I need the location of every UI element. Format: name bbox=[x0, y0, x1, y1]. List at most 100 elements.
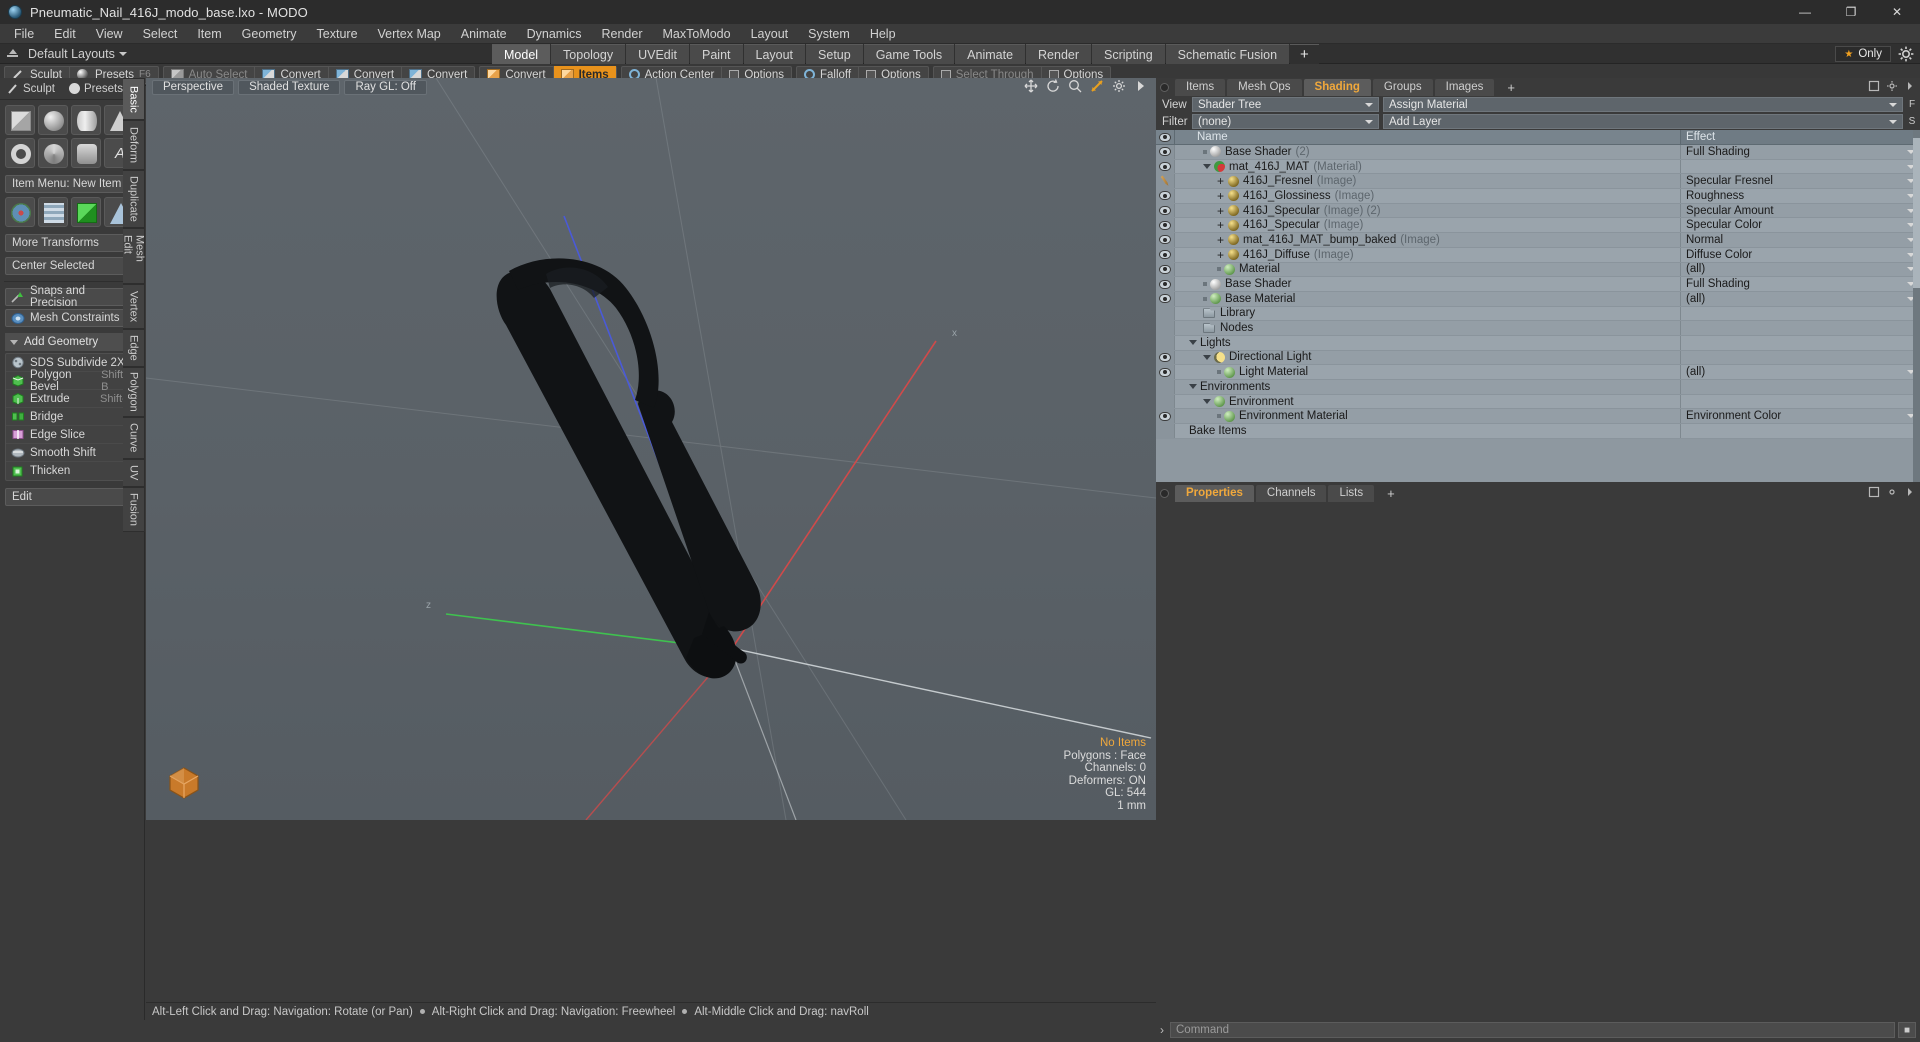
menu-file[interactable]: File bbox=[4, 24, 44, 44]
expand-plus-icon[interactable]: + bbox=[1217, 204, 1225, 218]
ptab-properties[interactable]: Properties bbox=[1175, 484, 1254, 502]
expand-triangle-icon[interactable] bbox=[1189, 340, 1197, 346]
visibility-toggle[interactable] bbox=[1156, 365, 1175, 379]
add-geometry-section-header[interactable]: Add Geometry bbox=[5, 333, 139, 351]
effect-dropdown[interactable] bbox=[1680, 350, 1920, 365]
snaps-and-precision-button[interactable]: Snaps and Precision bbox=[5, 285, 139, 309]
effect-dropdown[interactable]: Specular Color bbox=[1680, 218, 1920, 233]
visibility-toggle[interactable] bbox=[1156, 277, 1175, 291]
expand-plus-icon[interactable]: + bbox=[1217, 233, 1225, 247]
vtab-fusion[interactable]: Fusion bbox=[123, 487, 145, 532]
arrow-right-icon[interactable] bbox=[1134, 79, 1148, 93]
shader-tree-row[interactable]: Lights bbox=[1156, 335, 1920, 351]
grid-mesh-button[interactable] bbox=[38, 197, 68, 227]
layout-tab-paint[interactable]: Paint bbox=[690, 44, 743, 64]
expand-triangle-icon[interactable] bbox=[1203, 354, 1211, 360]
menu-select[interactable]: Select bbox=[133, 24, 188, 44]
effect-dropdown[interactable]: (all) bbox=[1680, 291, 1920, 306]
panel-menu-dot-icon[interactable] bbox=[1160, 488, 1169, 498]
expand-plus-icon[interactable]: + bbox=[1217, 189, 1225, 203]
visibility-toggle[interactable] bbox=[1156, 262, 1175, 277]
effect-dropdown[interactable] bbox=[1680, 159, 1920, 174]
shader-tree-row[interactable]: Nodes bbox=[1156, 321, 1920, 336]
shader-tree-item[interactable]: Lights bbox=[1175, 337, 1680, 349]
visibility-toggle[interactable] bbox=[1156, 247, 1175, 262]
layout-tab-setup[interactable]: Setup bbox=[806, 44, 863, 64]
layout-tab-render[interactable]: Render bbox=[1026, 44, 1092, 64]
layout-tab-layout[interactable]: Layout bbox=[743, 44, 806, 64]
zoom-icon[interactable] bbox=[1068, 79, 1082, 93]
expand-plus-icon[interactable]: + bbox=[1217, 174, 1225, 188]
menu-vertex-map[interactable]: Vertex Map bbox=[368, 24, 451, 44]
rtab-add[interactable]: + bbox=[1496, 79, 1526, 96]
layout-tab-topology[interactable]: Topology bbox=[551, 44, 626, 64]
shader-tree-row[interactable]: Light Material (all) bbox=[1156, 365, 1920, 380]
rtab-shading[interactable]: Shading bbox=[1303, 78, 1371, 96]
panel-gear-icon[interactable] bbox=[1886, 80, 1898, 95]
visibility-toggle[interactable] bbox=[1156, 145, 1175, 159]
vtab-polygon[interactable]: Polygon bbox=[123, 367, 145, 417]
shader-tree-row[interactable]: Bake Items bbox=[1156, 424, 1920, 439]
edit-dropdown[interactable]: Edit bbox=[5, 488, 139, 506]
shader-tree-row[interactable]: +416J_Fresnel (Image) Specular Fresnel bbox=[1156, 174, 1920, 189]
torus-primitive-button[interactable] bbox=[5, 138, 35, 168]
command-input[interactable]: Command bbox=[1170, 1022, 1895, 1038]
effect-dropdown[interactable] bbox=[1680, 394, 1920, 409]
shader-tree-row[interactable]: Environment bbox=[1156, 394, 1920, 410]
rtab-groups[interactable]: Groups bbox=[1372, 78, 1433, 96]
rtab-mesh-ops[interactable]: Mesh Ops bbox=[1227, 78, 1302, 96]
effect-dropdown[interactable]: Full Shading bbox=[1680, 145, 1920, 159]
brush-toggle[interactable] bbox=[1156, 174, 1175, 188]
rotate-icon[interactable] bbox=[1046, 79, 1060, 93]
ptab-lists[interactable]: Lists bbox=[1328, 484, 1375, 502]
gear-icon[interactable] bbox=[1897, 45, 1915, 63]
viewport-shading-chip[interactable]: Shaded Texture bbox=[238, 79, 341, 95]
fit-icon[interactable] bbox=[1090, 79, 1104, 93]
panel-menu-dot-icon[interactable] bbox=[1160, 82, 1169, 92]
shader-tree-item[interactable]: +416J_Diffuse (Image) bbox=[1175, 248, 1680, 262]
shader-tree-row[interactable]: +416J_Specular (Image) Specular Color bbox=[1156, 218, 1920, 234]
expand-triangle-icon[interactable] bbox=[1189, 384, 1197, 390]
3d-viewport[interactable]: Perspective Shaded Texture Ray GL: Off z… bbox=[146, 78, 1156, 820]
panel-arrow-icon[interactable] bbox=[1904, 80, 1916, 95]
visibility-toggle[interactable] bbox=[1156, 350, 1175, 365]
effect-dropdown[interactable]: Normal bbox=[1680, 233, 1920, 247]
effect-dropdown[interactable]: (all) bbox=[1680, 365, 1920, 379]
shader-tree-row[interactable]: Directional Light bbox=[1156, 350, 1920, 366]
ptab-channels[interactable]: Channels bbox=[1255, 484, 1327, 502]
axis-handles-button[interactable] bbox=[5, 197, 35, 227]
properties-gear-icon[interactable] bbox=[1886, 486, 1898, 501]
effect-dropdown[interactable]: (all) bbox=[1680, 262, 1920, 277]
layout-tab-schematic-fusion[interactable]: Schematic Fusion bbox=[1165, 44, 1290, 64]
shader-tree-item[interactable]: Directional Light bbox=[1175, 351, 1680, 363]
vtab-vertex[interactable]: Vertex bbox=[123, 284, 145, 329]
center-selected-dropdown[interactable]: Center Selected bbox=[5, 257, 139, 275]
effect-dropdown[interactable]: Specular Amount bbox=[1680, 203, 1920, 218]
move-icon[interactable] bbox=[1024, 79, 1038, 93]
layout-tab-uvedit[interactable]: UVEdit bbox=[626, 44, 689, 64]
shader-tree-row[interactable]: Base Material (all) bbox=[1156, 291, 1920, 307]
shader-tree-item[interactable]: Environment Material bbox=[1175, 410, 1680, 422]
shader-tree-row[interactable]: +416J_Diffuse (Image) Diffuse Color bbox=[1156, 248, 1920, 263]
shader-tree-item[interactable]: +416J_Fresnel (Image) bbox=[1175, 174, 1680, 188]
filter-dropdown[interactable]: (none) bbox=[1192, 114, 1379, 129]
menu-geometry[interactable]: Geometry bbox=[232, 24, 307, 44]
only-button[interactable]: ★ Only bbox=[1835, 46, 1891, 62]
effect-dropdown[interactable] bbox=[1680, 335, 1920, 350]
effect-dropdown[interactable]: Specular Fresnel bbox=[1680, 174, 1920, 189]
visibility-toggle[interactable] bbox=[1156, 409, 1175, 424]
spiral-primitive-button[interactable] bbox=[38, 138, 68, 168]
menu-render[interactable]: Render bbox=[592, 24, 653, 44]
tube-primitive-button[interactable] bbox=[71, 138, 101, 168]
default-layouts-dropdown[interactable]: Default Layouts bbox=[28, 47, 127, 61]
view-dropdown[interactable]: Shader Tree bbox=[1192, 97, 1379, 112]
shader-tree-item[interactable]: Base Shader bbox=[1175, 278, 1680, 290]
panel-expand-icon[interactable] bbox=[1868, 80, 1880, 95]
layout-tab-animate[interactable]: Animate bbox=[955, 44, 1026, 64]
effect-dropdown[interactable]: Full Shading bbox=[1680, 277, 1920, 291]
shader-tree-item[interactable]: Base Shader (2) bbox=[1175, 146, 1680, 158]
vtab-basic[interactable]: Basic bbox=[123, 78, 145, 120]
shader-tree-row[interactable]: + mat_416J_MAT_bump_baked (Image) Normal bbox=[1156, 233, 1920, 248]
menu-item[interactable]: Item bbox=[187, 24, 231, 44]
close-button[interactable]: ✕ bbox=[1874, 0, 1920, 24]
